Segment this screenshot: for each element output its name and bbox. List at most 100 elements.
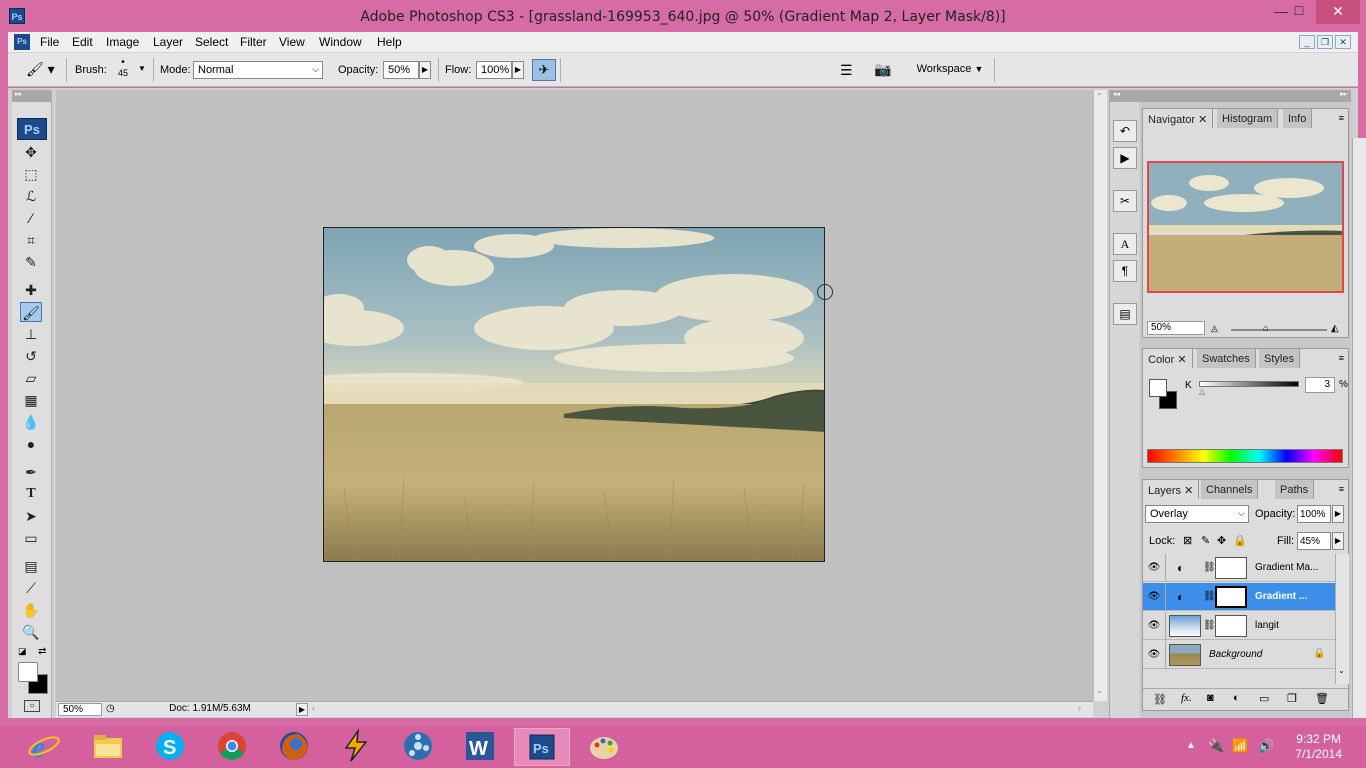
skype-icon[interactable]: S [142, 728, 198, 766]
lock-transparency-icon[interactable]: ⊠ [1183, 534, 1192, 547]
panel-menu-icon[interactable]: ≡ [1339, 113, 1344, 123]
visibility-eye-icon[interactable]: 👁 [1147, 620, 1161, 632]
airbrush-toggle-icon[interactable]: ✈ [532, 59, 556, 81]
scroll-right-icon[interactable]: › [1078, 703, 1088, 716]
chain-link-icon[interactable]: ⛓ [1203, 591, 1216, 602]
close-button[interactable]: ✕ [1316, 0, 1360, 24]
blur-tool-icon[interactable]: 💧 [20, 412, 42, 432]
winamp-icon[interactable] [328, 728, 384, 766]
lock-position-icon[interactable]: ✥ [1217, 534, 1226, 547]
tab-layers[interactable]: Layers ✕ [1143, 480, 1200, 499]
panel-menu-icon[interactable]: ≡ [1339, 353, 1344, 363]
flow-input[interactable]: 100% [476, 61, 512, 79]
tab-color[interactable]: Color ✕ [1143, 349, 1193, 368]
layer-row[interactable]: 👁 Background 🔒 [1143, 641, 1335, 669]
media-player-icon[interactable] [390, 728, 446, 766]
color-ramp[interactable] [1147, 449, 1343, 463]
document-icon[interactable]: Ps [14, 34, 30, 50]
type-tool-icon[interactable]: T [20, 484, 42, 504]
menu-filter[interactable]: Filter [240, 35, 267, 49]
quick-mask-icon[interactable]: ○ [24, 700, 40, 712]
menu-image[interactable]: Image [106, 35, 139, 49]
shape-tool-icon[interactable]: ▭ [20, 528, 42, 548]
brush-size-picker[interactable]: • 45 [112, 57, 134, 78]
doc-close-icon[interactable]: ✕ [1335, 35, 1351, 49]
scroll-left-icon[interactable]: ‹ [312, 703, 322, 716]
path-selection-tool-icon[interactable]: ➤ [20, 506, 42, 526]
history-brush-tool-icon[interactable]: ↺ [20, 346, 42, 366]
layer-mask-thumbnail[interactable] [1215, 586, 1247, 608]
zoom-out-icon[interactable]: ◬ [1211, 323, 1218, 334]
zoom-tool-icon[interactable]: 🔍 [20, 622, 42, 642]
navigator-zoom-input[interactable]: 50% [1147, 321, 1205, 335]
show-hidden-icons[interactable]: ▲ [1186, 740, 1196, 751]
eyedropper-tool-icon[interactable]: ⟋ [20, 578, 42, 598]
palette-well-icon[interactable]: ☰ [840, 62, 853, 79]
slice-tool-icon[interactable]: ✎ [20, 252, 42, 272]
layer-thumbnail[interactable] [1169, 644, 1201, 666]
layers-scrollbar[interactable]: ⌄ [1335, 554, 1349, 684]
blend-mode-select[interactable]: Overlay ⌵ [1145, 505, 1249, 523]
zoom-field[interactable]: 50% [58, 703, 102, 716]
tab-channels[interactable]: Channels [1201, 480, 1259, 499]
tab-histogram[interactable]: Histogram [1217, 109, 1279, 128]
mode-select[interactable]: Normal ⌵ [193, 61, 323, 79]
fill-slider-button[interactable]: ▶ [1332, 532, 1344, 550]
zoom-slider-thumb[interactable]: ⌂ [1263, 323, 1268, 333]
maximize-button[interactable]: ☐ [1288, 0, 1310, 24]
panel-menu-icon[interactable]: ≡ [1339, 484, 1344, 494]
eraser-tool-icon[interactable]: ▱ [20, 368, 42, 388]
k-slider-thumb[interactable]: △ [1199, 387, 1205, 396]
lasso-tool-icon[interactable]: ℒ [20, 186, 42, 206]
brush-dropdown-icon[interactable]: ▼ [138, 64, 146, 73]
layer-mask-thumbnail[interactable] [1215, 557, 1247, 579]
tab-info[interactable]: Info [1283, 109, 1313, 128]
scroll-down-icon[interactable]: ⌄ [1096, 686, 1103, 695]
layer-row[interactable]: 👁 ◐ ⛓ Gradient Ma... [1143, 554, 1335, 582]
add-mask-icon[interactable]: ◙ [1207, 692, 1214, 704]
layer-row[interactable]: 👁 ◐ ⛓ Gradient ... [1143, 583, 1335, 611]
firefox-icon[interactable] [266, 728, 322, 766]
menu-help[interactable]: Help [377, 35, 402, 49]
paint-icon[interactable] [576, 728, 632, 766]
character-panel-icon[interactable]: A [1113, 233, 1137, 255]
chain-link-icon[interactable]: ⛓ [1203, 562, 1216, 573]
ps-logo[interactable]: Ps [17, 118, 47, 140]
collapse-toolbox-icon[interactable]: ▸▸ [12, 90, 51, 102]
panels-scrollbar[interactable] [1352, 138, 1366, 718]
default-colors-icon[interactable]: ◪ [18, 646, 27, 657]
pen-tool-icon[interactable]: ✒ [20, 462, 42, 482]
k-value-input[interactable]: 3 [1305, 377, 1335, 393]
new-adjustment-icon[interactable]: ◐ [1233, 692, 1240, 704]
k-slider[interactable] [1199, 381, 1299, 387]
magic-wand-tool-icon[interactable]: ⁄ [20, 208, 42, 228]
network-signal-icon[interactable]: 📶 [1232, 738, 1248, 754]
tab-paths[interactable]: Paths [1275, 480, 1315, 499]
opacity-input[interactable]: 50% [383, 61, 419, 79]
layer-comps-icon[interactable]: ▤ [1113, 303, 1137, 325]
new-group-icon[interactable]: ▭ [1259, 692, 1269, 705]
volume-icon[interactable]: 🔊 [1258, 738, 1274, 754]
color-foreground-swatch[interactable] [1149, 379, 1167, 397]
status-menu-button[interactable]: ▶ [296, 703, 308, 716]
move-tool-icon[interactable]: ✥ [20, 142, 42, 162]
menu-select[interactable]: Select [195, 35, 228, 49]
healing-brush-tool-icon[interactable]: ✚ [20, 280, 42, 300]
bridge-icon[interactable]: 📷 [874, 61, 891, 78]
navigator-preview[interactable] [1147, 161, 1344, 293]
vertical-scrollbar[interactable]: ⌃ ⌄ [1093, 90, 1107, 701]
internet-explorer-icon[interactable]: e [16, 728, 72, 766]
gradient-tool-icon[interactable]: ▦ [20, 390, 42, 410]
marquee-tool-icon[interactable]: ⬚ [20, 164, 42, 184]
menu-window[interactable]: Window [319, 35, 362, 49]
crop-tool-icon[interactable]: ⌗ [20, 230, 42, 250]
document-image[interactable] [323, 227, 825, 562]
dodge-tool-icon[interactable]: ● [20, 434, 42, 454]
tab-navigator[interactable]: Navigator ✕ [1143, 109, 1214, 128]
hand-tool-icon[interactable]: ✋ [20, 600, 42, 620]
status-info-icon[interactable]: ◷ [106, 703, 115, 714]
foreground-color-swatch[interactable] [18, 662, 38, 682]
chain-link-icon[interactable]: ⛓ [1203, 620, 1216, 631]
navigator-zoom-slider[interactable] [1231, 329, 1327, 331]
paragraph-panel-icon[interactable]: ¶ [1113, 260, 1137, 282]
